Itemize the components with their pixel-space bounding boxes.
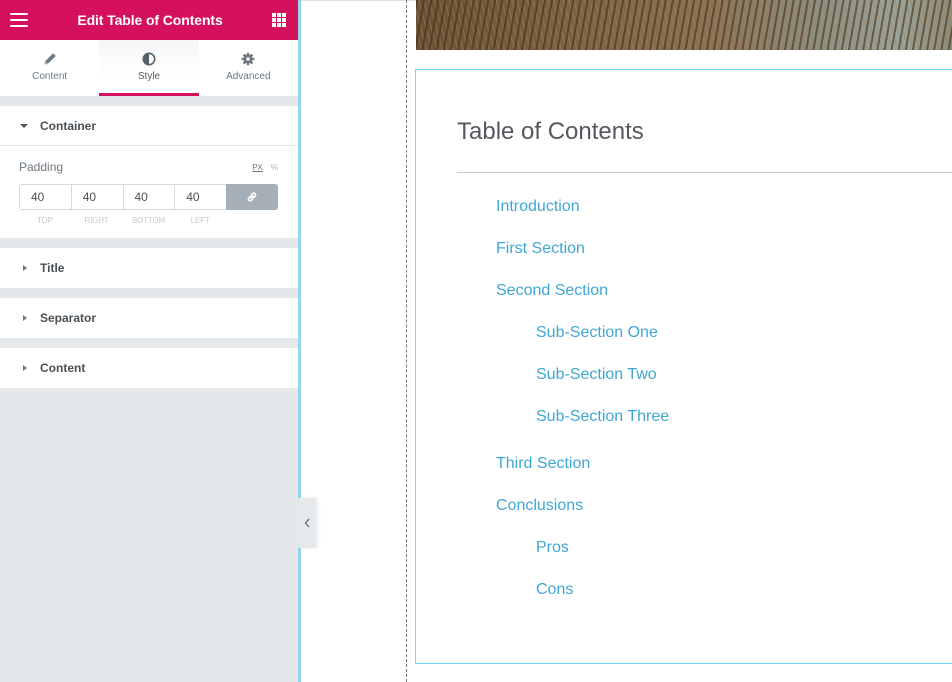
panel-title: Edit Table of Contents [77,12,223,28]
editor-window: Edit Table of Contents Content Style Adv… [0,0,952,682]
link-icon [247,192,257,202]
toc-item[interactable]: Second Section [457,279,669,321]
hero-image [416,0,952,50]
panel-header: Edit Table of Contents [0,0,298,40]
toc-title: Table of Contents [457,118,644,145]
toc-item[interactable]: Cons [457,578,669,620]
hamburger-icon[interactable] [10,13,28,27]
toc-item[interactable]: Sub-Section Three [457,405,669,447]
contrast-icon [142,52,156,65]
unit-px[interactable]: PX [252,163,263,172]
section-title-toggle[interactable]: Title [0,248,298,288]
section-container-toggle[interactable]: Container [0,106,298,146]
toc-item[interactable]: Sub-Section Two [457,363,669,405]
padding-top-input[interactable]: 40 [19,184,71,210]
tab-content[interactable]: Content [0,40,99,96]
caret-down-icon [20,123,28,128]
padding-left-input[interactable]: 40 [174,184,226,210]
toc-item[interactable]: Pros [457,536,669,578]
section-separator-toggle[interactable]: Separator [0,298,298,338]
section-content-label: Content [40,361,86,375]
link-values-button[interactable] [226,184,278,210]
caret-right-icon [23,365,27,371]
section-content-toggle[interactable]: Content [0,348,298,388]
section-container: Container Padding PX % 40 40 40 40 TOP R… [0,106,298,238]
label-bottom: BOTTOM [131,216,165,225]
section-content: Content [0,348,298,388]
column-guide [406,0,407,682]
label-left: LEFT [190,216,210,225]
toc-separator [457,172,952,173]
padding-control: Padding PX % 40 40 40 40 TOP RIGHT BOTTO… [0,146,298,238]
gear-icon [242,52,255,65]
pencil-icon [44,52,56,64]
padding-bottom-input[interactable]: 40 [122,184,175,210]
toc-widget[interactable]: Table of Contents Introduction First Sec… [415,69,952,664]
chevron-left-icon [304,518,310,528]
tab-advanced-label: Advanced [226,70,271,82]
caret-right-icon [23,265,27,271]
padding-label: Padding [19,160,64,174]
collapse-panel-button[interactable] [298,498,316,548]
unit-percent[interactable]: % [271,163,278,172]
padding-dimensions: 40 40 40 40 [19,184,278,210]
label-right: RIGHT [84,216,109,225]
toc-item[interactable]: Sub-Section One [457,321,669,363]
padding-dimension-labels: TOP RIGHT BOTTOM LEFT [19,216,278,225]
editor-panel: Edit Table of Contents Content Style Adv… [0,0,298,682]
padding-right-input[interactable]: 40 [70,184,123,210]
section-title: Title [0,248,298,288]
toc-item[interactable]: Introduction [457,195,669,237]
toc-item[interactable]: Third Section [457,452,669,494]
section-separator-label: Separator [40,311,97,325]
tab-advanced[interactable]: Advanced [199,40,298,96]
tab-content-label: Content [32,70,68,82]
section-separator: Separator [0,298,298,338]
preview-canvas: Table of Contents Introduction First Sec… [301,0,952,682]
grid-icon[interactable] [271,13,286,27]
toc-item[interactable]: Conclusions [457,494,669,536]
toc-item[interactable]: First Section [457,237,669,279]
tab-style-label: Style [137,70,161,82]
tab-style[interactable]: Style [99,40,199,96]
label-top: TOP [37,216,53,225]
section-container-label: Container [40,118,97,133]
section-title-label: Title [40,261,65,275]
caret-right-icon [23,315,27,321]
toc-list: Introduction First Section Second Sectio… [457,195,669,620]
panel-tabs: Content Style Advanced [0,40,298,96]
unit-switcher: PX % [252,163,278,172]
section-divider [0,96,298,106]
